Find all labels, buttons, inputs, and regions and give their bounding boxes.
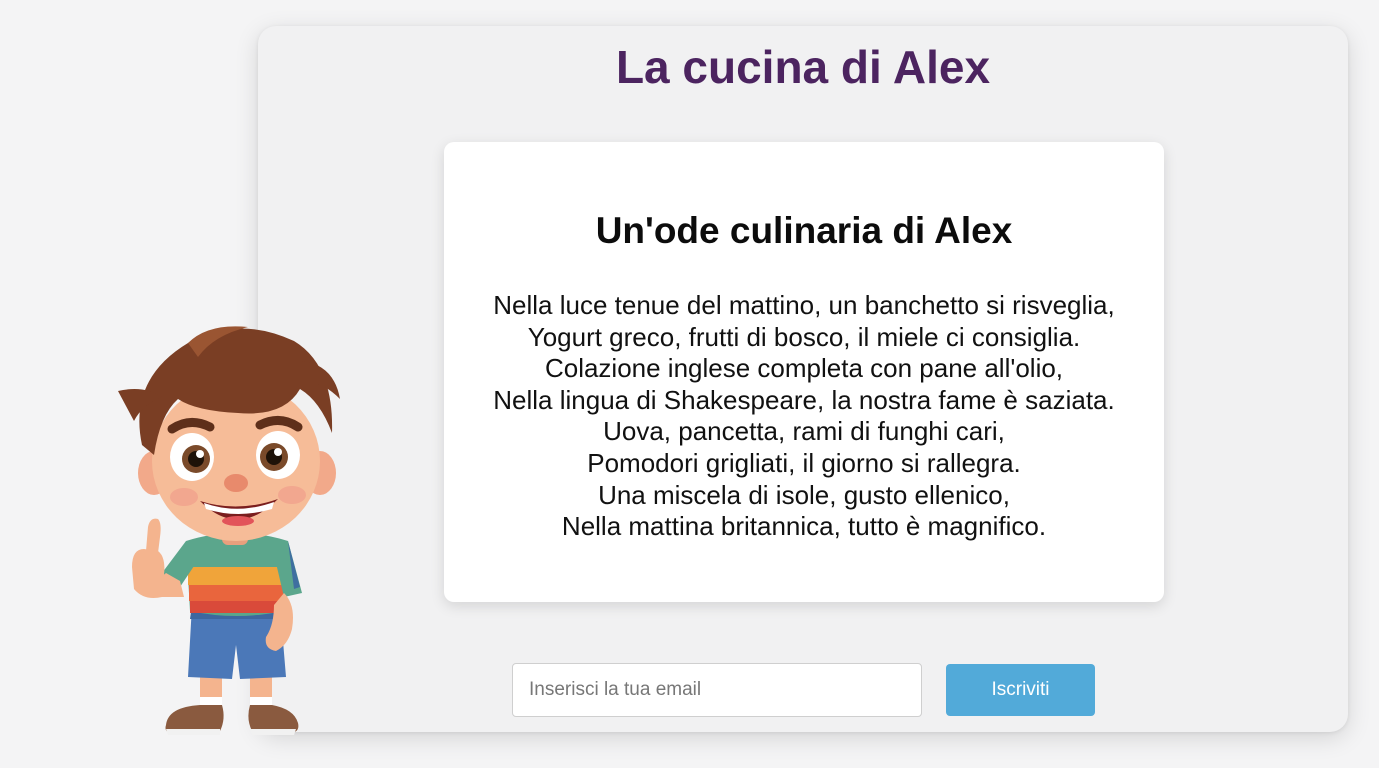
poem-line: Nella mattina britannica, tutto è magnif… bbox=[561, 511, 1047, 542]
poem-title: Un'ode culinaria di Alex bbox=[595, 210, 1013, 251]
poem-line: Uova, pancetta, rami di funghi cari, bbox=[603, 416, 1005, 447]
page: La cucina di Alex Un'ode culinaria di Al… bbox=[0, 0, 1379, 768]
poem-line: Pomodori grigliati, il giorno si rallegr… bbox=[587, 447, 1021, 478]
main-card: La cucina di Alex Un'ode culinaria di Al… bbox=[258, 26, 1348, 732]
subscribe-button[interactable]: Iscriviti bbox=[946, 664, 1095, 716]
poem-line: Una miscela di isole, gusto ellenico, bbox=[598, 479, 1010, 510]
poem-line: Nella luce tenue del mattino, un banchet… bbox=[493, 290, 1115, 320]
poem-line: Yogurt greco, frutti di bosco, il miele … bbox=[527, 321, 1081, 352]
site-title: La cucina di Alex bbox=[615, 41, 991, 93]
poem-line: Nella lingua di Shakespeare, la nostra f… bbox=[493, 384, 1115, 415]
cartoon-boy-thumbs-up-icon bbox=[118, 326, 340, 735]
poem-card: Un'ode culinaria di Alex Nella luce tenu… bbox=[444, 142, 1164, 602]
poem-line: Colazione inglese completa con pane all'… bbox=[544, 353, 1064, 384]
email-input[interactable] bbox=[512, 663, 922, 717]
poem-lines: Nella luce tenue del mattino, un banchet… bbox=[444, 290, 1164, 543]
